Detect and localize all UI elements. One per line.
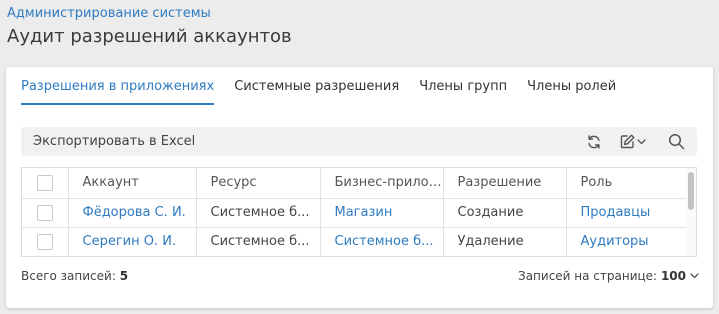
- tab-role-members[interactable]: Члены ролей: [527, 67, 616, 105]
- select-all-cell: [22, 168, 69, 199]
- total-records-value: 5: [119, 269, 129, 283]
- total-records-label: Всего записей:: [21, 269, 116, 283]
- column-header-role[interactable]: Роль: [566, 168, 688, 199]
- page-size-selector[interactable]: Записей на странице: 100: [518, 269, 699, 283]
- account-link[interactable]: Серегин О. И.: [68, 227, 197, 256]
- refresh-icon[interactable]: [584, 131, 604, 152]
- resource-cell: Системное б...: [196, 227, 321, 256]
- scrollbar-thumb[interactable]: [688, 172, 694, 210]
- page-title: Аудит разрешений аккаунтов: [7, 26, 292, 47]
- total-records: Всего записей: 5: [21, 269, 128, 283]
- edit-icon[interactable]: [617, 131, 637, 152]
- row-checkbox[interactable]: [36, 204, 53, 221]
- grid-toolbar: Экспортировать в Excel: [21, 127, 697, 156]
- tab-system-permissions[interactable]: Системные разрешения: [234, 67, 399, 105]
- role-link[interactable]: Продавцы: [566, 198, 688, 228]
- column-header-account[interactable]: Аккаунт: [68, 168, 197, 199]
- permission-cell: Создание: [443, 198, 567, 228]
- column-header-permission[interactable]: Разрешение: [443, 168, 567, 199]
- export-excel-button[interactable]: Экспортировать в Excel: [33, 134, 195, 149]
- chevron-down-icon[interactable]: [690, 273, 699, 279]
- chevron-down-icon[interactable]: [636, 131, 646, 152]
- table-header-row: Аккаунт Ресурс Бизнес-приложение Разреше…: [22, 168, 688, 199]
- breadcrumb[interactable]: Администрирование системы: [7, 6, 211, 21]
- table-row[interactable]: Серегин О. И. Системное б... Системное б…: [22, 227, 688, 256]
- audit-card: Разрешения в приложениях Системные разре…: [6, 67, 713, 308]
- page-size-value[interactable]: 100: [661, 269, 686, 283]
- permissions-grid: Аккаунт Ресурс Бизнес-приложение Разреше…: [21, 167, 697, 257]
- select-all-checkbox[interactable]: [36, 174, 53, 191]
- page-size-label: Записей на странице:: [518, 269, 658, 283]
- column-header-resource[interactable]: Ресурс: [196, 168, 321, 199]
- tab-group-members[interactable]: Члены групп: [419, 67, 507, 105]
- resource-cell: Системное б...: [196, 198, 321, 228]
- business-app-link[interactable]: Магазин: [320, 198, 444, 228]
- tab-bar: Разрешения в приложениях Системные разре…: [21, 67, 636, 105]
- role-link[interactable]: Аудиторы: [566, 227, 688, 256]
- row-select-cell: [22, 227, 69, 256]
- table-row[interactable]: Фёдорова С. И. Системное б... Магазин Со…: [22, 198, 688, 228]
- grid-scrollbar[interactable]: [686, 168, 696, 256]
- account-link[interactable]: Фёдорова С. И.: [68, 198, 197, 228]
- search-icon[interactable]: [666, 131, 686, 152]
- permission-cell: Удаление: [443, 227, 567, 256]
- business-app-link[interactable]: Системное б...: [320, 227, 444, 256]
- row-checkbox[interactable]: [36, 233, 53, 250]
- tab-app-permissions[interactable]: Разрешения в приложениях: [21, 67, 215, 105]
- row-select-cell: [22, 198, 69, 228]
- column-header-business-app[interactable]: Бизнес-приложение: [320, 168, 444, 199]
